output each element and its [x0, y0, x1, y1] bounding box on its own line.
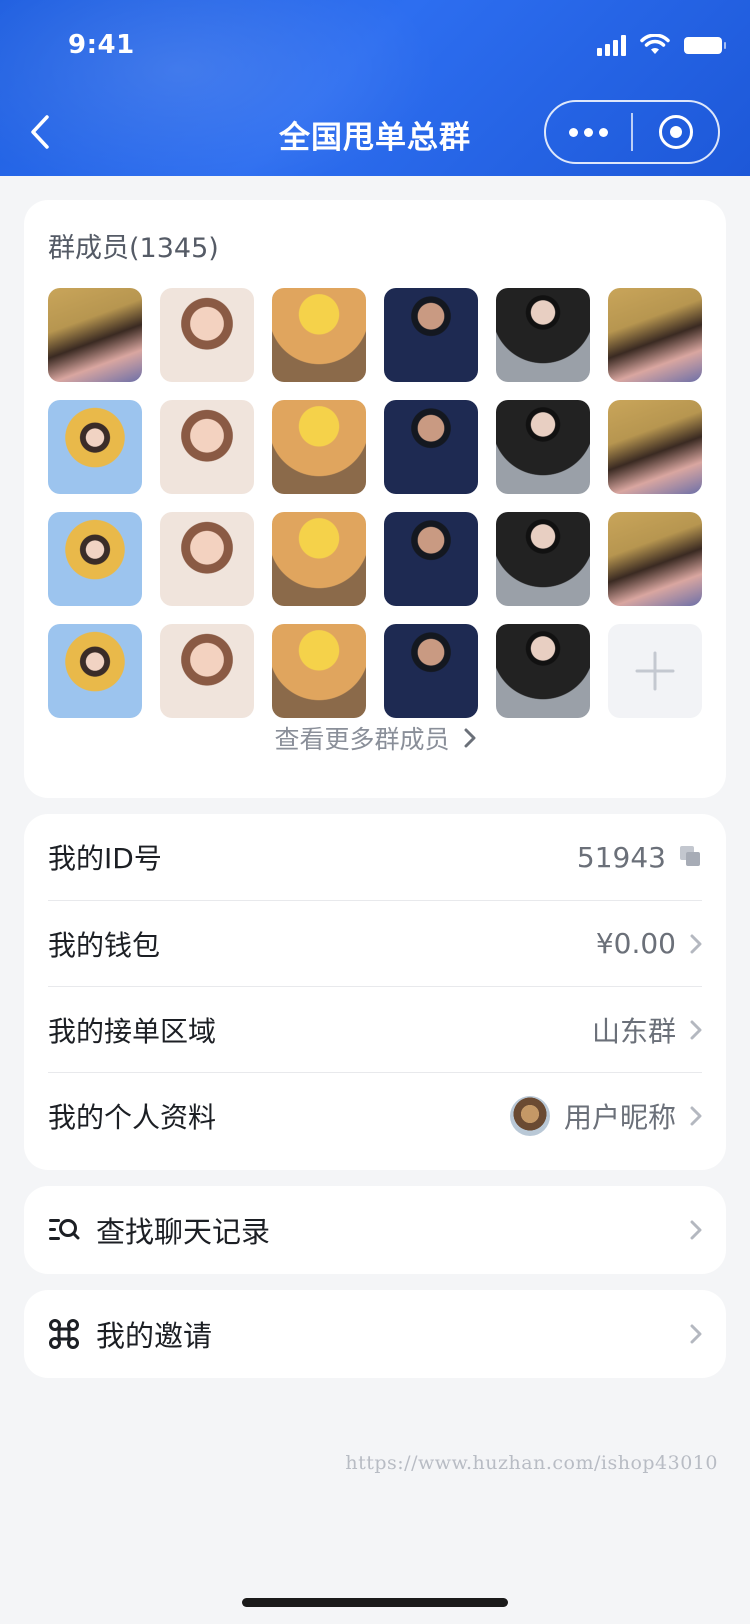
member-avatar[interactable]: [160, 400, 254, 494]
member-avatar[interactable]: [160, 624, 254, 718]
info-label-region: 我的接单区域: [48, 1014, 217, 1048]
wifi-icon: [640, 34, 670, 54]
info-value-group: 51943: [577, 841, 702, 874]
chevron-right-icon: [690, 934, 702, 953]
info-value-region: 山东群: [591, 1014, 676, 1048]
member-avatar[interactable]: [384, 624, 478, 718]
member-grid: [48, 288, 702, 718]
nav-header: 9:41 全国甩单总群: [0, 0, 750, 176]
member-avatar[interactable]: [48, 512, 142, 606]
info-row-wallet[interactable]: 我的钱包 ¥0.00: [48, 900, 702, 986]
chevron-right-icon: [690, 1106, 702, 1125]
plus-icon: [635, 651, 675, 691]
member-avatar[interactable]: [160, 512, 254, 606]
info-value-profile: 用户昵称: [563, 1100, 676, 1134]
info-value-wallet: ¥0.00: [595, 927, 676, 960]
info-card: 我的ID号 51943 我的钱包 ¥0.00 我的接单区域 山东群我的个人资料 用户昵称: [24, 814, 726, 1170]
member-avatar[interactable]: [384, 512, 478, 606]
member-avatar[interactable]: [272, 512, 366, 606]
info-row-id[interactable]: 我的ID号 51943: [48, 814, 702, 900]
member-avatar[interactable]: [496, 624, 590, 718]
target-icon: [658, 115, 693, 149]
member-avatar[interactable]: [608, 400, 702, 494]
member-avatar[interactable]: [48, 400, 142, 494]
watermark-url: https://www.huzhan.com/ishop43010: [345, 1452, 718, 1474]
home-indicator: [242, 1598, 508, 1607]
member-avatar[interactable]: [496, 512, 590, 606]
search-list-icon: [48, 1214, 80, 1246]
member-avatar[interactable]: [272, 400, 366, 494]
my-invitation-button[interactable]: 我的邀请: [24, 1290, 726, 1378]
search-chat-history-button[interactable]: 查找聊天记录: [24, 1186, 726, 1274]
info-label-profile: 我的个人资料: [48, 1100, 217, 1134]
cellular-signal-icon: [597, 34, 626, 56]
miniprogram-capsule: [544, 100, 720, 164]
info-value-id: 51943: [576, 840, 666, 874]
chevron-right-icon: [690, 1220, 702, 1240]
my-invitation-label: 我的邀请: [96, 1319, 213, 1353]
member-avatar[interactable]: [608, 288, 702, 382]
member-avatar[interactable]: [272, 624, 366, 718]
chevron-right-icon: [464, 728, 475, 748]
member-avatar[interactable]: [608, 512, 702, 606]
status-icons: [597, 34, 726, 56]
members-card: 群成员(1345) 查看更多群成员: [24, 200, 726, 798]
view-more-members-label: 查看更多群成员: [274, 725, 450, 754]
more-button[interactable]: [546, 102, 631, 162]
info-label-wallet: 我的钱包: [48, 928, 161, 962]
profile-avatar: [509, 1095, 550, 1136]
info-value-group: 山东群: [592, 1010, 702, 1050]
member-avatar[interactable]: [384, 400, 478, 494]
member-avatar[interactable]: [272, 288, 366, 382]
member-avatar[interactable]: [496, 400, 590, 494]
copy-icon[interactable]: [680, 846, 702, 868]
chevron-right-icon: [690, 1324, 702, 1344]
member-avatar[interactable]: [384, 288, 478, 382]
member-avatar[interactable]: [496, 288, 590, 382]
battery-icon: [684, 36, 726, 54]
member-avatar[interactable]: [160, 288, 254, 382]
info-label-id: 我的ID号: [48, 842, 162, 875]
members-title: 群成员(1345): [48, 233, 219, 264]
info-value-group: 用户昵称: [509, 1095, 702, 1136]
close-button[interactable]: [633, 102, 718, 162]
member-avatar[interactable]: [48, 288, 142, 382]
info-row-profile[interactable]: 我的个人资料 用户昵称: [48, 1072, 702, 1158]
search-chat-history-label: 查找聊天记录: [96, 1215, 271, 1249]
info-row-region[interactable]: 我的接单区域 山东群: [48, 986, 702, 1072]
info-value-group: ¥0.00: [596, 927, 702, 960]
status-time: 9:41: [68, 30, 135, 60]
invite-network-icon: [48, 1318, 80, 1350]
view-more-members-button[interactable]: 查看更多群成员: [24, 720, 726, 756]
member-avatar[interactable]: [48, 624, 142, 718]
chevron-right-icon: [690, 1020, 702, 1039]
add-member-button[interactable]: [608, 624, 702, 718]
